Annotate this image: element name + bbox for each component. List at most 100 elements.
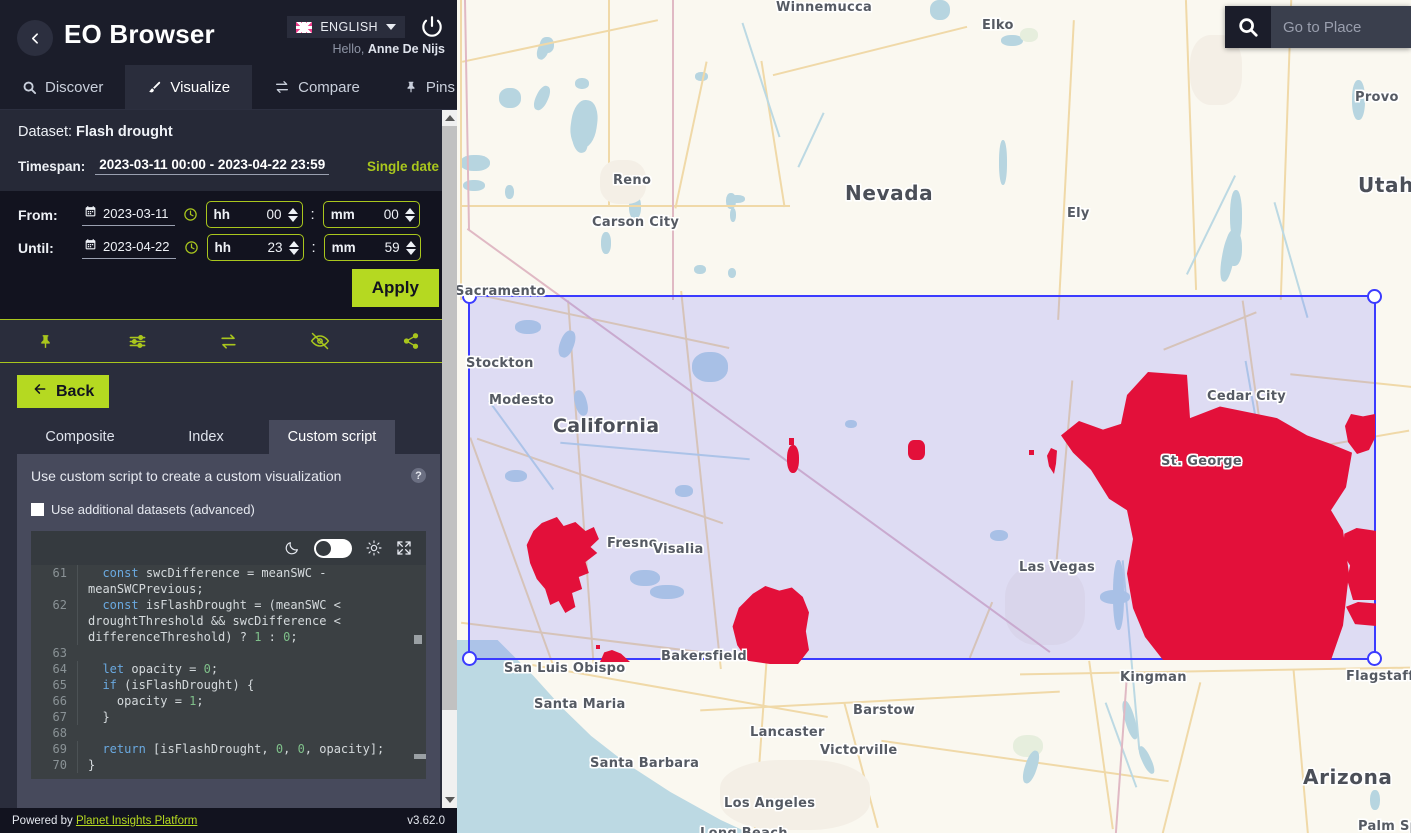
clock-icon[interactable] [183,207,198,222]
powered-by-text: Powered by [12,814,73,827]
expand-fullscreen-icon[interactable] [396,540,412,556]
code-text[interactable]: const isFlashDrought = (meanSWC < drough… [77,597,426,645]
theme-toggle[interactable] [314,538,352,558]
hour-stepper[interactable] [287,207,298,222]
tab-index[interactable]: Index [143,420,269,454]
compare-arrows-icon[interactable] [183,332,274,351]
from-date-input[interactable]: 2023-03-11 [82,204,175,226]
line-number: 68 [52,726,67,740]
code-line: 68 [31,725,426,741]
page-title: EO Browser [64,19,215,49]
pin-icon[interactable] [0,333,91,350]
uk-flag-icon [296,21,313,33]
app-version: v3.62.0 [407,814,445,827]
code-lines-container[interactable]: 61 const swcDifference = meanSWC - meanS… [31,565,426,779]
back-button[interactable]: Back [17,375,110,408]
place-search-input[interactable]: Go to Place [1271,6,1411,48]
time-colon: : [310,206,315,223]
minute-stepper[interactable] [404,207,415,222]
road [674,61,708,209]
aoi-handle-bottom-left[interactable] [462,651,477,666]
line-number: 64 [52,662,67,676]
eo-browser-app: Winnemucca Elko Provo Reno Nevada Utah Ely Cars… [0,0,1411,833]
tab-visualize[interactable]: Visualize [125,65,253,109]
timespan-value[interactable]: 2023-03-11 00:00 - 2023-04-22 23:59 [95,157,330,175]
aoi-handle-top-left[interactable] [462,289,477,304]
line-number: 70 [52,758,67,772]
tab-composite[interactable]: Composite [17,420,143,454]
editor-scrollbar-marker [414,635,422,644]
road [1057,20,1075,320]
until-hour-field[interactable]: hh 23 [206,234,304,261]
lake [575,78,589,89]
scroll-down-icon[interactable] [442,792,457,808]
until-label: Until: [18,239,54,256]
tab-pins[interactable]: Pins [382,65,477,109]
sliders-icon[interactable] [91,332,182,351]
powered-by: Powered by Planet Insights Platform [12,815,197,827]
code-line: 70} [31,757,426,773]
line-number: 67 [52,710,67,724]
additional-datasets-checkbox[interactable] [31,503,44,516]
sidebar-panel: EO Browser ENGLISH Hello, Anne De Nijs D… [0,0,457,833]
apply-button[interactable]: Apply [351,269,439,307]
code-text[interactable]: } [77,709,426,725]
minute-placeholder: mm [330,207,355,222]
main-tabs: Discover Visualize Compare Pins [0,65,457,110]
editor-scrollbar-thumb[interactable] [414,754,426,759]
platform-link[interactable]: Planet Insights Platform [76,815,197,827]
custom-script-header: Use custom script to create a custom vis… [31,468,426,484]
from-date-value: 2023-03-11 [103,206,169,221]
question-mark-icon[interactable]: ? [411,468,426,483]
river [741,22,781,138]
aoi-handle-bottom-right[interactable] [1367,651,1382,666]
code-line: 61 const swcDifference = meanSWC - meanS… [31,565,426,597]
tab-discover[interactable]: Discover [0,65,125,109]
road [1088,660,1114,830]
language-selector[interactable]: ENGLISH [287,16,405,38]
clock-icon[interactable] [184,240,199,255]
lake [460,155,490,171]
tab-label: Compare [298,78,360,96]
aoi-handle-top-right[interactable] [1367,289,1382,304]
code-text[interactable]: return [isFlashDrought, 0, 0, opacity]; [77,741,426,757]
code-text[interactable]: let opacity = 0; [77,661,426,677]
hour-stepper[interactable] [288,240,299,255]
code-text[interactable]: if (isFlashDrought) { [77,677,426,693]
header-back-button[interactable] [17,20,53,56]
drought-region [789,438,794,445]
search-icon[interactable] [1225,6,1271,48]
minute-stepper[interactable] [405,240,416,255]
from-row: From: 2023-03-11 hh 00: mm 00 [18,201,439,228]
road [1160,682,1202,833]
code-text[interactable]: } [77,757,426,773]
single-date-link[interactable]: Single date [367,159,439,174]
map-label: Arizona [1303,765,1393,789]
sidebar-scrollbar-thumb[interactable] [442,126,457,710]
code-text[interactable]: opacity = 1; [77,693,426,709]
from-minute-field[interactable]: mm 00 [322,201,420,228]
until-date-input[interactable]: 2023-04-22 [82,237,176,259]
tab-label: Discover [45,78,104,96]
hour-placeholder: hh [213,207,231,222]
until-minute-field[interactable]: mm 59 [323,234,421,261]
editor-scrollbar[interactable] [414,605,426,771]
lake [730,208,736,222]
map-label: Palm Springs [1358,819,1411,833]
tab-compare[interactable]: Compare [252,65,382,109]
hour-value: 00 [266,207,282,222]
place-search[interactable]: Go to Place [1225,6,1411,48]
power-button[interactable] [419,14,445,40]
tab-custom-script[interactable]: Custom script [269,420,395,454]
code-text[interactable]: const swcDifference = meanSWC - meanSWCP… [77,565,426,597]
from-hour-field[interactable]: hh 00 [205,201,303,228]
additional-datasets-label: Use additional datasets (advanced) [51,502,255,517]
code-editor[interactable]: 61 const swcDifference = meanSWC - meanS… [31,531,426,779]
scroll-up-icon[interactable] [442,110,457,126]
date-picker-block: From: 2023-03-11 hh 00: mm 00 Until: 20… [0,191,457,319]
dataset-label: Dataset: [18,124,72,140]
eye-slash-icon[interactable] [274,331,365,351]
sun-icon [366,540,382,556]
language-label: ENGLISH [320,20,378,34]
sidebar-scrollbar[interactable] [442,110,457,808]
